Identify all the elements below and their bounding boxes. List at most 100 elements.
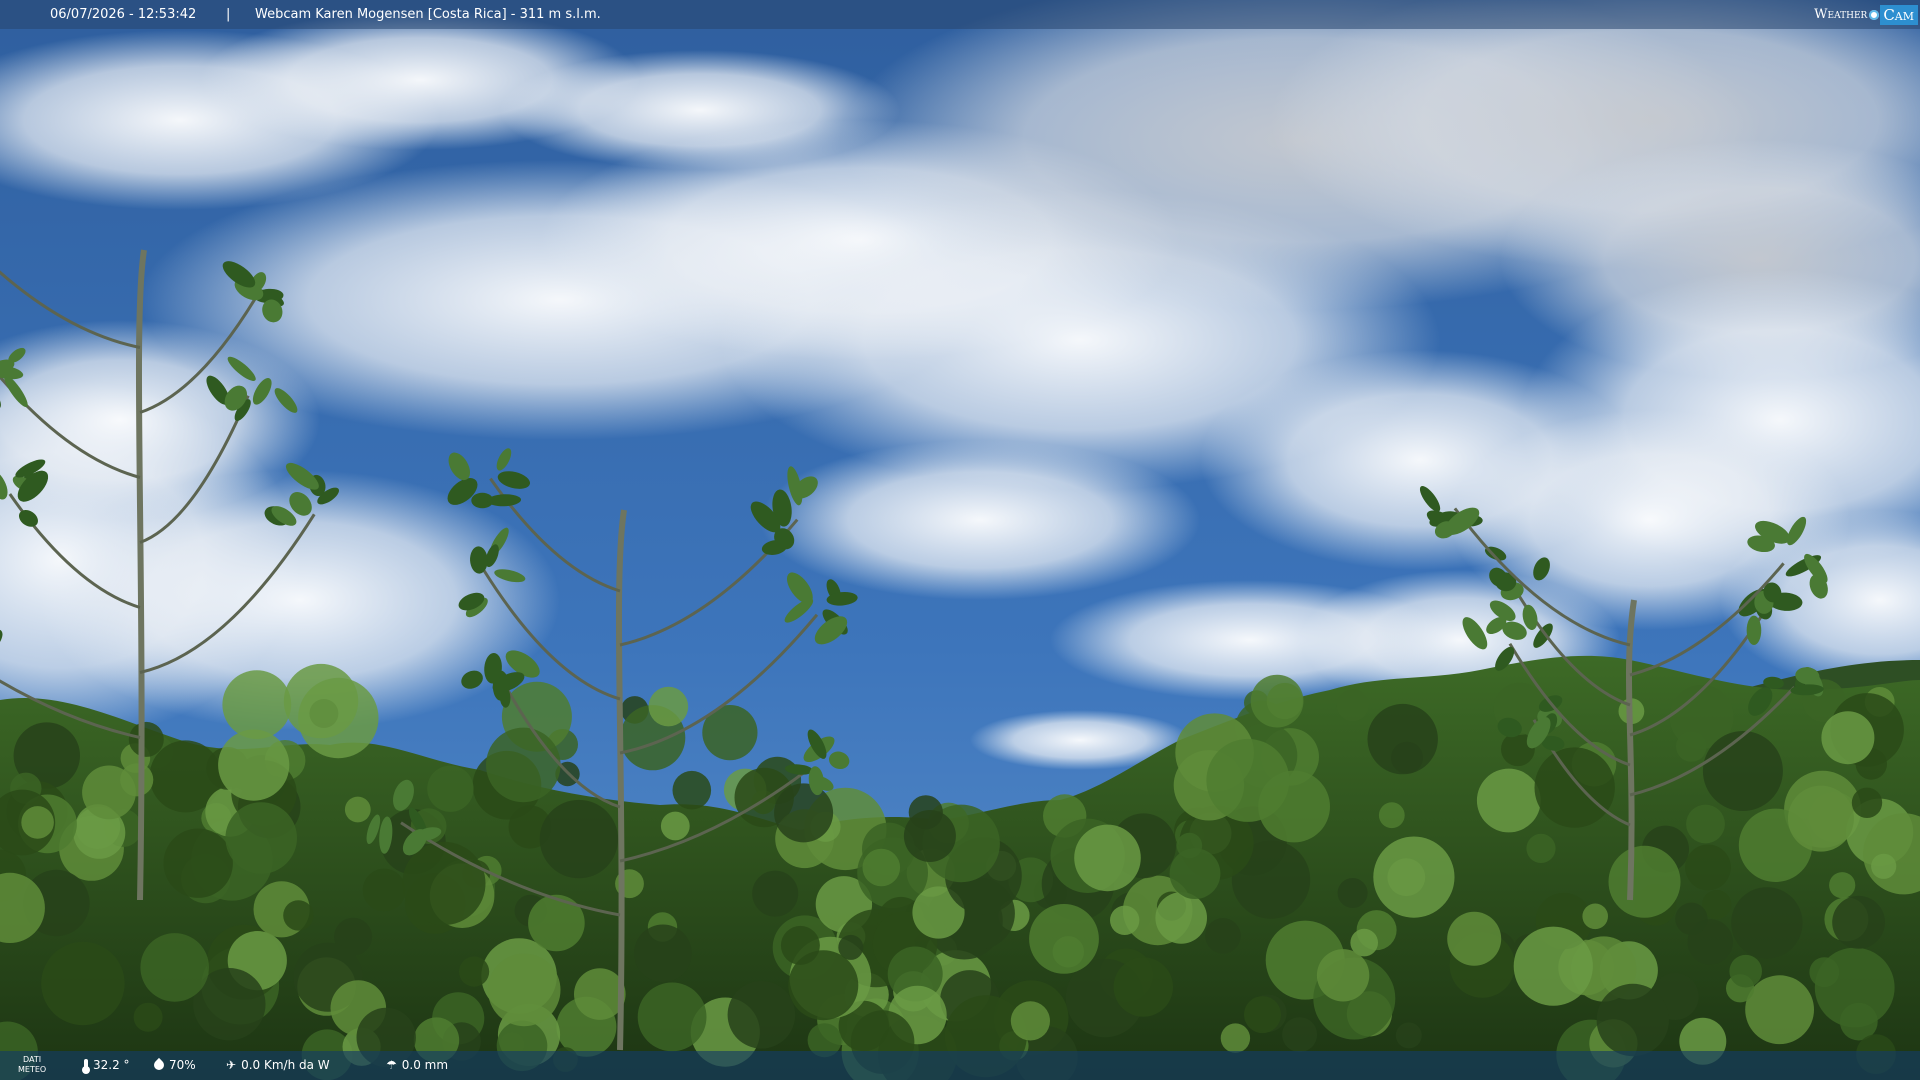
dati-meteo-label: DATI METEO xyxy=(18,1055,46,1075)
foliage-clump xyxy=(1809,957,1840,988)
rain-value: 0.0 mm xyxy=(401,1058,449,1072)
foliage-clump xyxy=(1010,1001,1050,1041)
foliage-clump xyxy=(648,686,689,727)
foliage-clump xyxy=(1206,738,1290,822)
foliage-clump xyxy=(1513,926,1593,1006)
foliage-clump xyxy=(634,924,692,983)
foliage-clump xyxy=(1596,983,1670,1057)
dati-line1: DATI xyxy=(23,1055,42,1064)
foliage-clump xyxy=(486,727,561,803)
foliage-clump xyxy=(1378,802,1405,829)
foliage-clump xyxy=(218,729,290,801)
foliage-clump xyxy=(1395,1022,1422,1049)
foliage-clump xyxy=(21,806,54,839)
foliage-clump xyxy=(1832,895,1885,949)
wind-readout: ✈ 0.0 Km/h da W xyxy=(226,1058,330,1072)
foliage-clump xyxy=(1113,957,1174,1017)
foliage-clump xyxy=(774,783,834,843)
foliage-clump xyxy=(752,870,799,917)
humidity-icon xyxy=(151,1057,167,1073)
wind-value: 0.0 Km/h da W xyxy=(241,1058,330,1072)
foliage-clump xyxy=(1074,824,1141,892)
leaf-cluster xyxy=(1746,615,1762,646)
foliage-clump xyxy=(225,802,297,874)
foliage-clump xyxy=(1373,836,1455,918)
foliage-clump xyxy=(1526,833,1556,864)
foliage-clump xyxy=(780,925,820,965)
logo-dot-icon xyxy=(1869,9,1880,20)
foliage-clump xyxy=(283,900,314,931)
foliage-clump xyxy=(903,810,956,862)
foliage-clump xyxy=(1685,844,1731,891)
foliage-clump xyxy=(41,941,125,1026)
dati-line2: METEO xyxy=(18,1065,47,1074)
separator: | xyxy=(226,7,231,22)
foliage-clump xyxy=(1476,768,1541,833)
foliage-clump xyxy=(222,670,292,739)
foliage-clump xyxy=(672,770,712,810)
foliage-clump xyxy=(1110,905,1140,935)
foliage-clump xyxy=(1250,674,1304,728)
foliage-clump xyxy=(1534,747,1615,828)
foliage-clump xyxy=(1676,731,1707,762)
foliage-clump xyxy=(660,811,690,841)
rain-icon: ☂ xyxy=(386,1058,397,1072)
humidity-readout: 70% xyxy=(151,1057,196,1073)
foliage-clump xyxy=(1787,785,1854,852)
foliage-clump xyxy=(1155,892,1207,944)
camera-label: Webcam Karen Mogensen [Costa Rica] - 311… xyxy=(255,7,601,22)
foliage-clump xyxy=(1367,703,1438,775)
rain-readout: ☂ 0.0 mm xyxy=(386,1058,448,1072)
foliage-clump xyxy=(1729,954,1762,988)
foliage-clump xyxy=(344,796,371,823)
foliage-clump xyxy=(539,799,619,879)
foliage-clump xyxy=(283,663,359,739)
foliage-clump xyxy=(140,933,209,1002)
foliage-clump xyxy=(1702,731,1783,811)
foliage-clump xyxy=(1282,1017,1318,1053)
foliage-clump xyxy=(163,828,233,898)
foliage-clump xyxy=(1686,804,1725,844)
foliage-clump xyxy=(528,894,585,952)
foliage-clump xyxy=(362,868,406,912)
foliage-clump xyxy=(1029,904,1099,974)
foliage-clump xyxy=(1336,689,1369,722)
foliage-clump xyxy=(862,848,901,887)
foliage-clump xyxy=(1675,902,1708,935)
temperature-readout: 32.2 ° xyxy=(82,1058,130,1074)
foliage-clump xyxy=(1176,832,1203,859)
foliage-clump xyxy=(1244,996,1281,1034)
foliage-clump xyxy=(120,763,154,797)
foliage-clump xyxy=(487,953,561,1027)
foliage-clump xyxy=(128,721,164,757)
cloud xyxy=(760,440,1200,600)
logo-weather-text: Weather xyxy=(1814,7,1868,22)
foliage-clump xyxy=(1205,918,1241,954)
foliage-clump xyxy=(1731,887,1803,959)
foliage-clump xyxy=(1821,711,1875,765)
weathercam-logo: Weather Cam xyxy=(1814,3,1918,26)
webcam-scene xyxy=(0,0,1920,1080)
foliage-clump xyxy=(459,956,490,987)
foliage-clump xyxy=(637,982,707,1052)
cloud xyxy=(1200,350,1640,570)
foliage-clump xyxy=(1447,911,1502,966)
foliage-clump xyxy=(1582,903,1608,930)
humidity-value: 70% xyxy=(169,1058,196,1072)
foliage-clump xyxy=(1608,845,1681,918)
weather-data-bar: DATI METEO 32.2 ° 70% ✈ 0.0 Km/h da W ☂ … xyxy=(0,1051,1920,1080)
foliage-clump xyxy=(1220,1023,1251,1053)
foliage-clump xyxy=(427,765,474,812)
foliage-clump xyxy=(1316,949,1370,1002)
foliage-clump xyxy=(1829,872,1856,899)
foliage-clump xyxy=(1871,853,1897,879)
thermometer-icon xyxy=(82,1059,90,1074)
foliage-clump xyxy=(1337,878,1368,908)
temperature-value: 32.2 ° xyxy=(93,1058,130,1072)
foliage-clump xyxy=(1745,975,1814,1045)
foliage-clump xyxy=(402,841,486,926)
foliage-clump xyxy=(133,1002,163,1032)
wind-icon: ✈ xyxy=(226,1058,237,1072)
timestamp: 06/07/2026 - 12:53:42 xyxy=(50,7,197,22)
info-bar-top: 06/07/2026 - 12:53:42 | Webcam Karen Mog… xyxy=(0,0,1920,29)
